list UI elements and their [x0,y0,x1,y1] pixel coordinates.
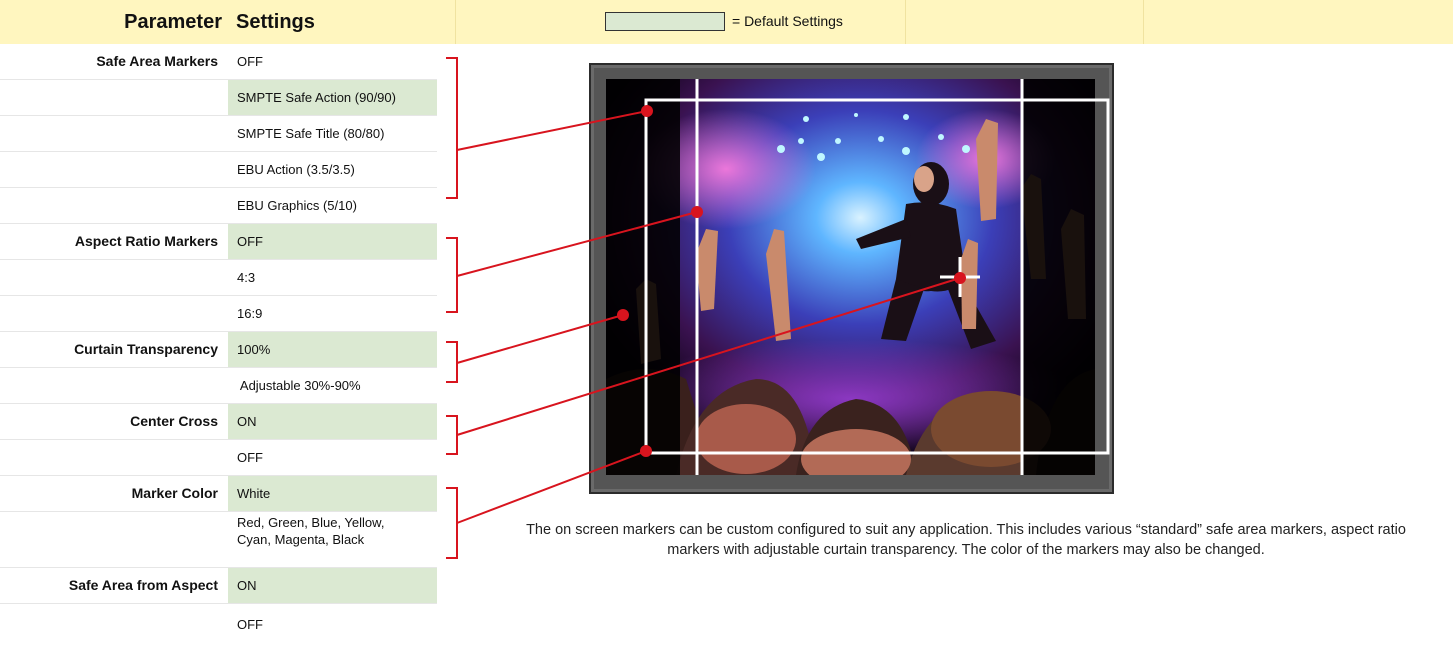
callout-dot-safe-area [641,105,653,117]
bracket-aspect-ratio [446,237,458,313]
callout-line-center-cross [456,277,961,436]
callout-dot-marker-color [640,445,652,457]
bracket-marker-color [446,487,458,559]
safe-area-marker [644,98,1110,455]
callout-dot-curtain [617,309,629,321]
bracket-center-cross [446,415,458,455]
callout-line-safe-area [456,110,648,151]
callout-line-curtain [456,314,624,364]
bracket-curtain [446,341,458,383]
callout-line-marker-color [456,450,647,524]
callout-line-aspect [456,211,698,277]
bracket-safe-area [446,57,458,199]
callout-dot-aspect [691,206,703,218]
callout-dot-center-cross [954,272,966,284]
description-caption: The on screen markers can be custom conf… [526,522,1406,558]
